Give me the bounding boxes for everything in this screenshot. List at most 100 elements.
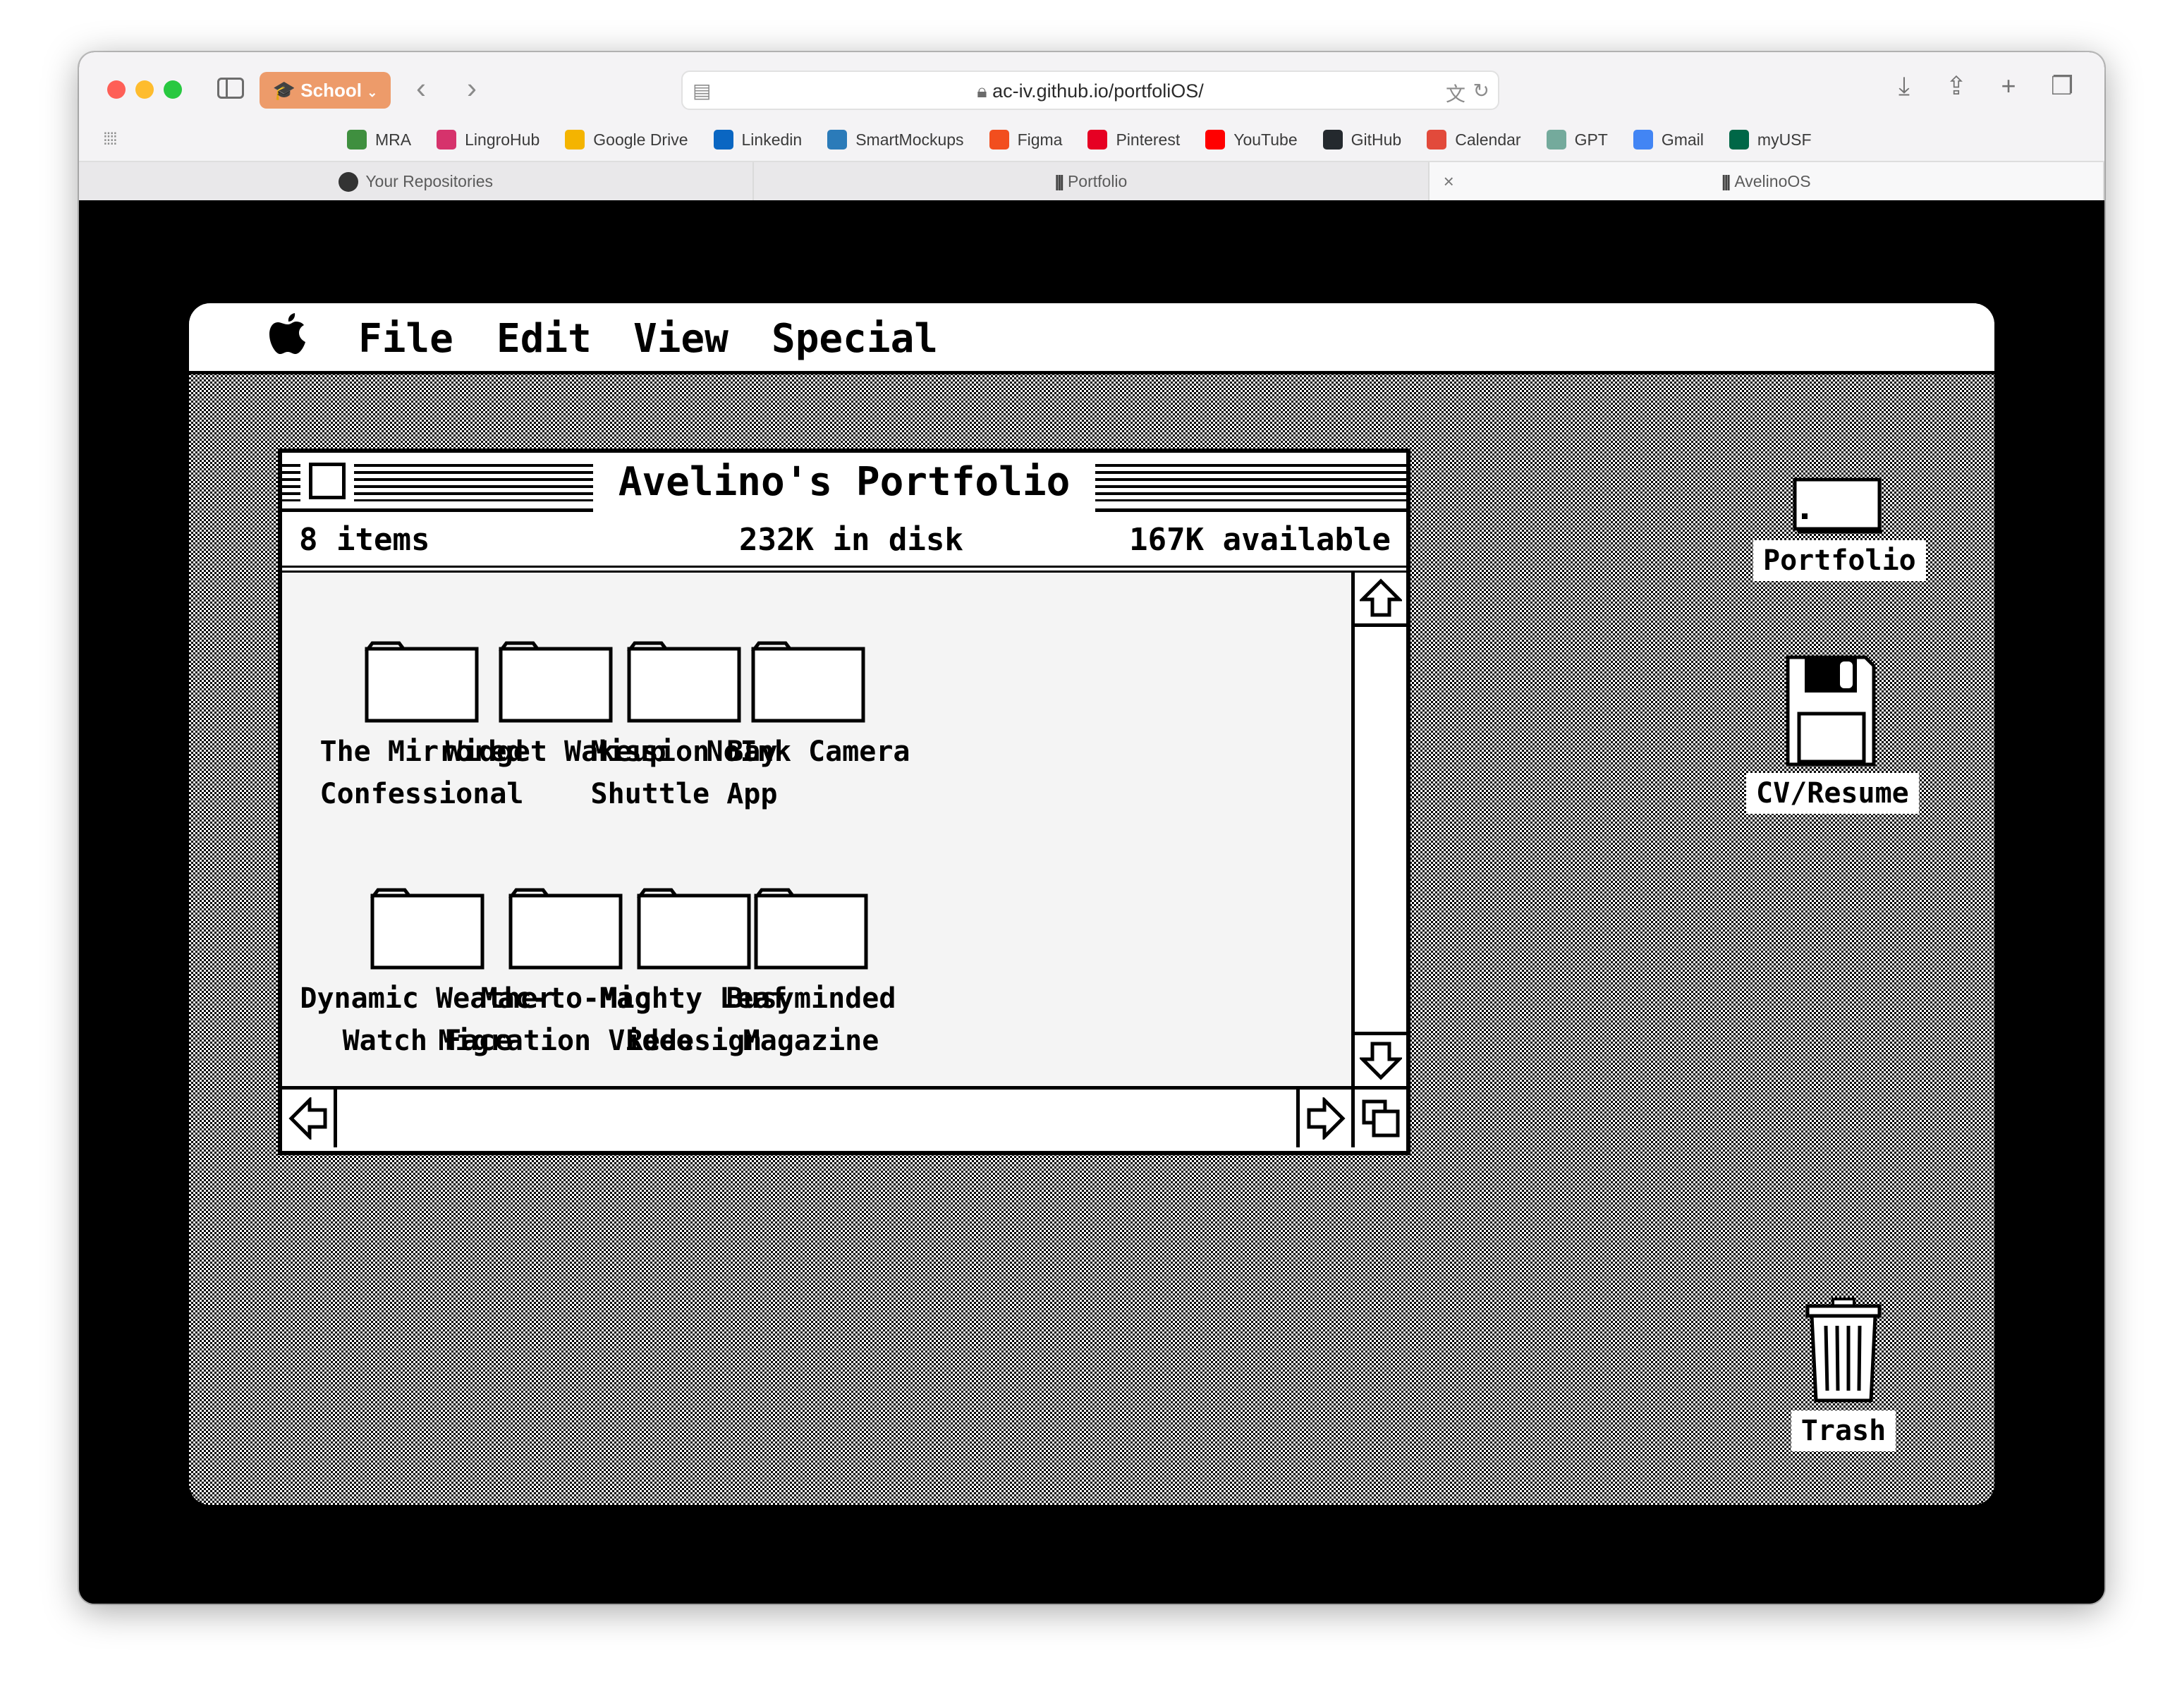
github-icon (1322, 130, 1343, 150)
new-tab-icon[interactable]: + (1993, 71, 2024, 102)
bookmark-label: GPT (1574, 130, 1608, 149)
scroll-left-icon[interactable] (282, 1090, 337, 1147)
google-drive-icon (565, 130, 585, 150)
desktop-cv-resume[interactable]: CV/Resume (1746, 654, 1919, 814)
folder-icon (751, 641, 865, 723)
scroll-up-icon[interactable] (1355, 573, 1406, 627)
reload-icon[interactable]: ↻ (1473, 79, 1489, 102)
bookmark-google-drive[interactable]: Google Drive (565, 130, 688, 150)
mra-icon (347, 130, 367, 150)
desktop-portfolio[interactable]: Portfolio (1753, 477, 1926, 581)
bookmark-github[interactable]: GitHub (1322, 130, 1402, 150)
forward-icon[interactable]: › (467, 73, 477, 103)
desktop-label: CV/Resume (1746, 773, 1919, 814)
folder-item[interactable]: NoInk Camera (674, 636, 942, 773)
disk-available: 167K available (1129, 522, 1391, 558)
browser-window: 🎓 School ⌄ ‹ › ▤ 🔒︎ ac-iv.github.io/port… (79, 52, 2104, 1604)
tab-label: Portfolio (1067, 172, 1128, 190)
grid-icon[interactable]: ⁞⁞⁞⁞ (103, 130, 118, 150)
url-text: ac-iv.github.io/portfoliOS/ (992, 80, 1204, 102)
address-bar[interactable]: ▤ 🔒︎ ac-iv.github.io/portfoliOS/ 文 ↻ (681, 71, 1499, 110)
bookmark-label: Gmail (1661, 130, 1704, 149)
bookmark-youtube[interactable]: YouTube (1205, 130, 1298, 150)
bookmark-label: LingroHub (465, 130, 540, 149)
menu-bar: File Edit View Special (189, 303, 1994, 374)
back-icon[interactable]: ‹ (416, 73, 426, 103)
bookmarks-bar: MRA LingroHub Google Drive Linkedin SmartMoc… (347, 124, 1812, 155)
hard-disk-icon (1793, 477, 1882, 534)
bookmark-gmail[interactable]: Gmail (1633, 130, 1704, 150)
item-count: 8 items (299, 522, 430, 558)
download-icon[interactable]: ⤓ (1889, 71, 1920, 102)
lock-icon: 🔒︎ (977, 80, 987, 102)
resize-box-icon[interactable] (1351, 1090, 1406, 1147)
tab-bar: Your Repositories ||| Portfolio × ||| Avel… (79, 161, 2104, 200)
bookmark-label: GitHub (1351, 130, 1402, 149)
folder-label-line2: Confessional (319, 778, 524, 810)
bookmark-myusf[interactable]: myUSF (1729, 130, 1812, 150)
tab-overview-icon[interactable]: ❐ (2047, 71, 2078, 102)
bookmark-label: Figma (1017, 130, 1063, 149)
gpt-icon (1546, 130, 1566, 150)
tab-label: Your Repositories (365, 172, 494, 190)
close-tab-icon[interactable]: × (1444, 162, 1454, 200)
bookmark-pinterest[interactable]: Pinterest (1087, 130, 1180, 150)
close-window-button[interactable] (107, 80, 126, 99)
scroll-down-icon[interactable] (1355, 1032, 1406, 1086)
folder-icon (754, 888, 868, 970)
myusf-icon (1729, 130, 1749, 150)
vertical-scrollbar[interactable] (1351, 573, 1406, 1086)
tab-group-button[interactable]: 🎓 School ⌄ (260, 72, 391, 109)
bookmark-label: Pinterest (1116, 130, 1181, 149)
zoom-window-button[interactable] (164, 80, 182, 99)
bookmark-label: YouTube (1233, 130, 1298, 149)
bookmark-calendar[interactable]: Calendar (1427, 130, 1521, 150)
linkedin-icon (713, 130, 733, 150)
bookmark-gpt[interactable]: GPT (1546, 130, 1608, 150)
bookmark-mra[interactable]: MRA (347, 130, 411, 150)
calendar-icon (1427, 130, 1447, 150)
youtube-icon (1205, 130, 1226, 150)
folder-label-line2: Shuttle App (590, 778, 778, 810)
menu-file[interactable]: File (358, 316, 453, 362)
gmail-icon (1633, 130, 1653, 150)
folder-label-line1: NoInk Camera (706, 736, 910, 768)
folder-item[interactable]: Busyminded Magazine (677, 883, 945, 1062)
desktop-label: Trash (1791, 1410, 1896, 1451)
window-title-bar[interactable]: Avelino's Portfolio (282, 453, 1406, 512)
share-icon[interactable]: ⇪ (1941, 71, 1972, 102)
tab-your-repositories[interactable]: Your Repositories (79, 162, 755, 200)
tab-group-label: School (300, 80, 362, 101)
trash-icon (1805, 1298, 1882, 1403)
horizontal-scrollbar[interactable] (282, 1086, 1406, 1151)
apple-icon[interactable] (269, 312, 306, 354)
menu-edit[interactable]: Edit (496, 316, 592, 362)
translate-icon[interactable]: 文 (1446, 79, 1465, 107)
chevron-down-icon: ⌄ (367, 85, 378, 99)
desktop-trash[interactable]: Trash (1773, 1298, 1914, 1451)
menu-special[interactable]: Special (772, 316, 938, 362)
menu-view[interactable]: View (633, 316, 729, 362)
smartmockups-icon (827, 130, 848, 150)
scroll-right-icon[interactable] (1296, 1090, 1351, 1147)
tab-label: AvelinoOS (1734, 172, 1811, 190)
graduation-cap-icon: 🎓 (272, 80, 296, 101)
minimize-window-button[interactable] (135, 80, 154, 99)
desktop-label: Portfolio (1753, 540, 1926, 581)
folder-grid: The Mirrored Confessional Widget Wakeup Mis… (282, 573, 1351, 1086)
finder-window: Avelino's Portfolio 8 items 232K in disk… (278, 449, 1410, 1155)
bookmark-smartmockups[interactable]: SmartMockups (827, 130, 964, 150)
sidebar-toggle-icon[interactable] (217, 78, 244, 99)
folder-label-line2: Magazine (743, 1025, 879, 1057)
bookmark-lingrohub[interactable]: LingroHub (437, 130, 540, 150)
bookmark-linkedin[interactable]: Linkedin (713, 130, 802, 150)
bookmark-label: SmartMockups (855, 130, 964, 149)
bookmark-label: Google Drive (593, 130, 688, 149)
folder-label-line1: Busyminded (726, 982, 896, 1015)
bookmark-label: MRA (375, 130, 412, 149)
pinterest-icon (1087, 130, 1108, 150)
tab-avelinoos[interactable]: × ||| AvelinoOS (1429, 162, 2104, 200)
portfolio-logo-icon: ||| (1721, 172, 1731, 190)
tab-portfolio[interactable]: ||| Portfolio (754, 162, 1430, 200)
bookmark-figma[interactable]: Figma (989, 130, 1063, 150)
